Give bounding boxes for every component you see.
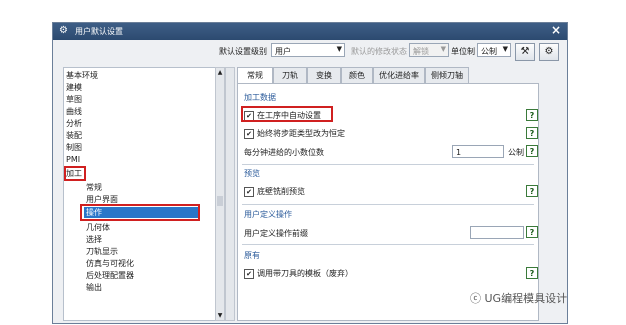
divider [242,164,534,165]
tree-child-toolpath-display[interactable]: 刀轨显示 [86,246,118,257]
help-icon[interactable]: ? [526,185,538,197]
status-select: 解锁 ▼ [409,43,449,57]
tab-color[interactable]: 颜色 [341,67,373,83]
tree-item-sketch[interactable]: 草图 [66,94,82,105]
help-icon[interactable]: ? [526,145,538,157]
gear-icon: ⚙ [59,25,68,36]
checkbox-checked-icon[interactable]: ✔ [244,268,254,279]
tree-child-output[interactable]: 输出 [86,282,102,293]
scroll-up-icon[interactable]: ▲ [216,68,224,77]
decimal-unit-label: 公制 [508,148,524,157]
tree-item-assembly[interactable]: 装配 [66,130,82,141]
udo-prefix-input[interactable] [470,226,524,239]
checkbox-checked-icon[interactable]: ✔ [244,186,254,197]
decimal-places-input[interactable]: 1 [452,145,504,158]
import-icon: ⚒ [520,46,530,57]
unit-label: 单位制 [451,47,475,56]
title-bar: ⚙ 用户默认设置 × [53,23,567,40]
section-machining-data: 加工数据 [244,93,276,102]
tab-general[interactable]: 常规 [237,67,273,84]
tree-item-pmi[interactable]: PMI [66,154,80,165]
checkbox-checked-icon[interactable]: ✔ [244,128,254,139]
section-preview: 预览 [244,169,260,178]
status-label: 默认的修改状态 [351,47,407,56]
unit-select[interactable]: 公制 ▼ [477,43,511,57]
chevron-down-icon: ▼ [440,45,446,53]
settings-panel: 加工数据 ✔ 在工序中自动设置 ? ✔ 始终将步距类型改为恒定 ? 每分钟进给的小数… [237,83,539,321]
scroll-thumb[interactable] [217,196,223,206]
level-label: 默认设置级别 [219,47,267,56]
section-legacy: 原有 [244,251,260,260]
wechat-icon: ⓒ [470,292,481,305]
splitter-bar[interactable] [225,67,235,321]
chevron-down-icon: ▼ [502,45,508,53]
operation-highlight-box [80,204,200,221]
tree-item-basic-environment[interactable]: 基本环境 [66,70,98,81]
category-tree: 基本环境 建模 草图 曲线 分析 装配 制图 PMI 加工 常规 用户界面 操作… [63,67,223,321]
machining-highlight-box [64,166,86,181]
tree-scrollbar[interactable]: ▲ ▼ [215,67,225,321]
divider [242,204,534,205]
tree-item-curve[interactable]: 曲线 [66,106,82,117]
help-icon[interactable]: ? [526,109,538,121]
toolbar: 默认设置级别 用户 ▼ 默认的修改状态 解锁 ▼ 单位制 公制 ▼ [53,41,567,65]
tab-transform[interactable]: 变换 [307,67,341,83]
tree-child-postprocessor[interactable]: 后处理配置器 [86,270,134,281]
watermark: ⓒ UG编程模具设计 [470,292,568,305]
manage-icon: ⚙ [544,46,554,57]
help-icon[interactable]: ? [526,267,538,279]
help-icon[interactable]: ? [526,127,538,139]
option-stepover-constant[interactable]: ✔ 始终将步距类型改为恒定 [244,128,345,139]
tab-feed-rate-optimization[interactable]: 优化进给率 [373,67,425,83]
close-button[interactable]: × [551,23,561,37]
tree-child-geometry[interactable]: 几何体 [86,222,110,233]
tree-item-modeling[interactable]: 建模 [66,82,82,93]
scroll-down-icon[interactable]: ▼ [216,311,224,320]
tree-item-drafting[interactable]: 制图 [66,142,82,153]
level-select[interactable]: 用户 ▼ [271,43,345,57]
tab-tilt-tool-axis[interactable]: 侧倾刀轴 [425,67,469,83]
window-title: 用户默认设置 [75,27,123,36]
help-icon[interactable]: ? [526,226,538,238]
section-user-defined-operation: 用户定义操作 [244,210,292,219]
chevron-down-icon: ▼ [336,45,342,53]
option-template-with-tool[interactable]: ✔ 调用带刀具的模板（废弃） [244,268,353,279]
tree-child-simulation[interactable]: 仿真与可视化 [86,258,134,269]
tree-child-general[interactable]: 常规 [86,182,102,193]
tab-toolpath[interactable]: 刀轨 [273,67,307,83]
option-floor-wall-preview[interactable]: ✔ 底壁铣削预览 [244,186,305,197]
divider [242,244,534,245]
udo-prefix-label: 用户定义操作前缀 [244,229,308,238]
import-defaults-button[interactable]: ⚒ [515,43,535,61]
decimal-places-label: 每分钟进给的小数位数 [244,148,324,157]
manage-defaults-button[interactable]: ⚙ [539,43,559,61]
user-defaults-dialog: ⚙ 用户默认设置 × 默认设置级别 用户 ▼ 默认的修改状态 解锁 ▼ 单位制 公制… [52,22,568,324]
tree-item-analysis[interactable]: 分析 [66,118,82,129]
tree-child-selection[interactable]: 选择 [86,234,102,245]
auto-set-highlight-box [241,106,333,122]
